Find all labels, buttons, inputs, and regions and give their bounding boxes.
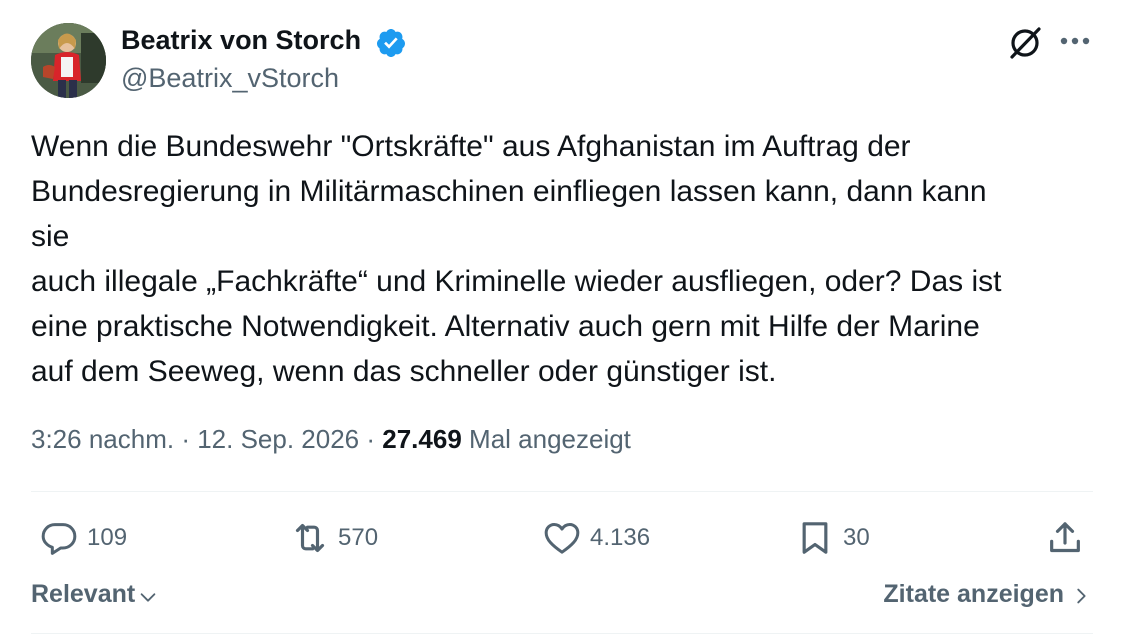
- meta-separator: ·: [181, 424, 198, 454]
- bookmark-count: 30: [843, 524, 870, 551]
- bookmark-button[interactable]: 30: [795, 516, 870, 560]
- repost-icon: [295, 523, 325, 553]
- more-icon[interactable]: [1058, 30, 1092, 52]
- bookmark-icon: [802, 522, 828, 554]
- views-label: Mal angezeigt: [469, 424, 631, 454]
- tweet-date[interactable]: 12. Sep. 2026: [197, 424, 359, 454]
- tweet-text-line: Wenn die Bundeswehr "Ortskräfte" aus Afg…: [31, 130, 911, 163]
- chevron-right-icon: [1077, 588, 1086, 604]
- avatar[interactable]: [31, 23, 106, 98]
- repost-button[interactable]: 570: [290, 516, 378, 560]
- meta-separator: ·: [366, 424, 383, 454]
- quotes-label: Zitate anzeigen: [883, 580, 1064, 608]
- tweet-text-line: sie: [31, 220, 70, 253]
- tweet-text-line: auf dem Seeweg, wenn das schneller oder …: [31, 355, 777, 388]
- sort-label: Relevant: [31, 580, 136, 608]
- views-count[interactable]: 27.469: [382, 424, 462, 454]
- divider: [31, 491, 1093, 492]
- share-button[interactable]: [1045, 516, 1085, 560]
- tweet-text-line: auch illegale „Fachkräfte“ und Kriminell…: [31, 265, 1002, 298]
- tweet-text: Wenn die Bundeswehr "Ortskräfte" aus Afg…: [31, 124, 1106, 394]
- heart-icon: [544, 523, 580, 554]
- tweet-time[interactable]: 3:26 nachm.: [31, 424, 174, 454]
- verified-badge-icon: [376, 29, 405, 57]
- reply-count: 109: [87, 524, 128, 551]
- tweet-card: Beatrix von Storch @Beatrix_vStorch Wenn…: [0, 0, 1123, 635]
- tweet-text-line: eine praktische Notwendigkeit. Alternati…: [31, 310, 980, 343]
- share-icon: [1050, 522, 1080, 553]
- like-count: 4.136: [590, 524, 651, 551]
- author-handle[interactable]: @Beatrix_vStorch: [121, 63, 339, 94]
- reply-button[interactable]: 109: [39, 516, 127, 560]
- tweet-text-line: Bundesregierung in Militärmaschinen einf…: [31, 175, 987, 208]
- chevron-down-icon: [140, 592, 156, 602]
- tweet-meta: 3:26 nachm. · 12. Sep. 2026 · 27.469 Mal…: [31, 424, 631, 455]
- divider: [31, 633, 1093, 634]
- sort-dropdown[interactable]: Relevant: [31, 580, 159, 609]
- show-quotes-link[interactable]: Zitate anzeigen: [883, 580, 1092, 609]
- grok-icon[interactable]: [1006, 24, 1044, 62]
- reply-icon: [41, 523, 77, 555]
- repost-count: 570: [338, 524, 379, 551]
- like-button[interactable]: 4.136: [542, 516, 650, 560]
- author-name[interactable]: Beatrix von Storch: [121, 25, 361, 56]
